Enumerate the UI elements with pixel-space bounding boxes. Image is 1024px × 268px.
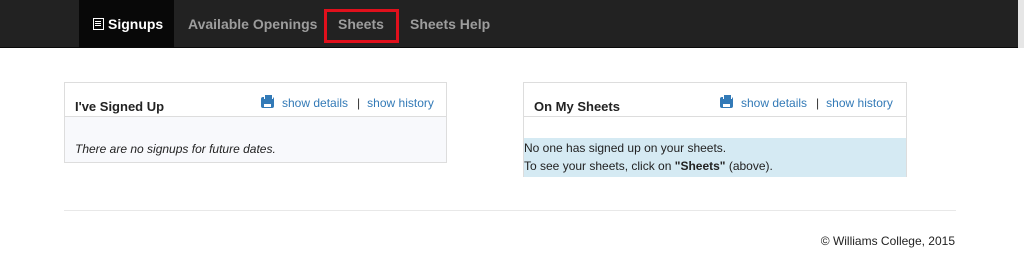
signed-up-panel-heading: I've Signed Up show details | show history bbox=[65, 83, 446, 117]
info-line-instructions-post: (above). bbox=[725, 159, 773, 173]
nav-signups[interactable]: Signups bbox=[79, 0, 174, 48]
no-signups-info-box: No one has signed up on your sheets. To … bbox=[524, 138, 906, 177]
nav-sheets[interactable]: Sheets bbox=[338, 0, 384, 48]
show-details-link[interactable]: show details bbox=[282, 96, 348, 110]
show-history-link[interactable]: show history bbox=[826, 96, 893, 110]
footer-divider bbox=[64, 210, 956, 211]
my-sheets-panel-heading: On My Sheets show details | show history bbox=[524, 83, 906, 117]
list-icon bbox=[93, 18, 104, 30]
nav-signups-label: Signups bbox=[108, 16, 164, 32]
signed-up-panel: I've Signed Up show details | show history… bbox=[64, 82, 447, 163]
panel-title: I've Signed Up bbox=[75, 99, 165, 114]
info-line-instructions: To see your sheets, click on "Sheets" (a… bbox=[524, 159, 773, 173]
nav-available-openings[interactable]: Available Openings bbox=[188, 0, 317, 48]
info-line-instructions-pre: To see your sheets, click on bbox=[524, 159, 675, 173]
link-separator: | bbox=[357, 96, 361, 110]
sheets-emphasis: "Sheets" bbox=[674, 159, 726, 173]
panel-title: On My Sheets bbox=[534, 99, 620, 114]
panel-links: show details | show history bbox=[261, 94, 434, 110]
nav-sheets-help[interactable]: Sheets Help bbox=[410, 0, 490, 48]
top-navbar: Signups Available Openings Sheets Sheets… bbox=[0, 0, 1024, 48]
print-icon[interactable] bbox=[261, 94, 274, 108]
panel-links: show details | show history bbox=[720, 94, 893, 110]
info-line-no-signups: No one has signed up on your sheets. bbox=[524, 141, 727, 155]
empty-signups-text: There are no signups for future dates. bbox=[75, 142, 276, 156]
link-separator: | bbox=[816, 96, 820, 110]
show-details-link[interactable]: show details bbox=[741, 96, 807, 110]
show-history-link[interactable]: show history bbox=[367, 96, 434, 110]
footer-copyright: © Williams College, 2015 bbox=[820, 234, 955, 248]
my-sheets-panel: On My Sheets show details | show history N… bbox=[523, 82, 907, 177]
print-icon[interactable] bbox=[720, 94, 733, 108]
navbar-edge bbox=[1018, 0, 1024, 48]
